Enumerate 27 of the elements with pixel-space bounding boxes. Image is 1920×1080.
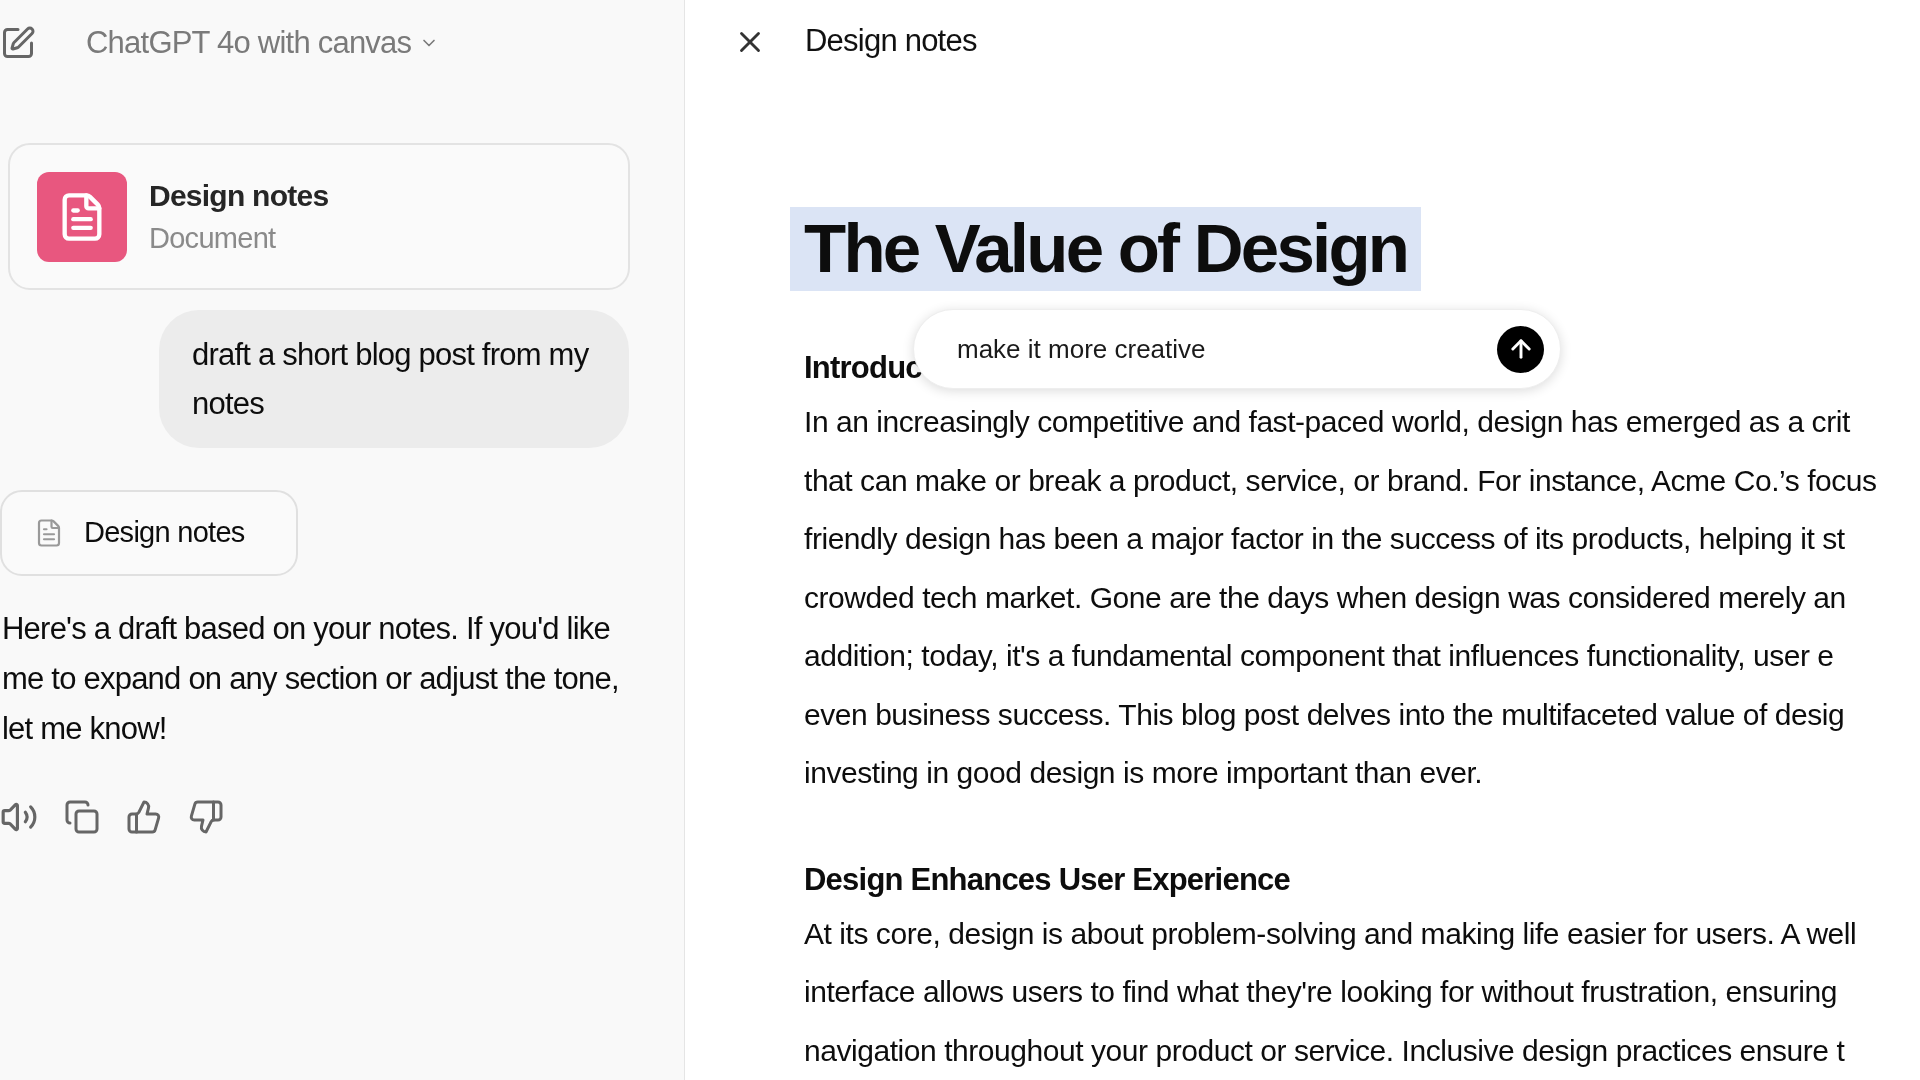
assistant-message: Here's a draft based on your notes. If you'd like me to expand on any section or adjust the tone, let me know! [2, 610, 620, 748]
document-title: The Value of Design [790, 207, 1422, 291]
canvas-title: Design notes [805, 22, 977, 61]
body-text-line: At its core, design is about problem-solving and making life easier for users. A well [804, 915, 1857, 952]
body-text-line: navigation throughout your product or service. Inclusive design practices ensure t [804, 1032, 1845, 1069]
new-chat-icon[interactable] [0, 25, 36, 61]
body-text-line: even business success. This blog post delves into the multifaceted value of desig [804, 696, 1845, 733]
body-text-line: investing in good design is more important than ever. [804, 755, 1483, 791]
model-selector[interactable]: ChatGPT 4o with canvas [86, 19, 412, 67]
body-text-line: interface allows users to find what they're looking for without frustration, ensuring [804, 974, 1838, 1010]
send-button[interactable] [1497, 325, 1544, 373]
thumbs-up-icon[interactable] [126, 799, 162, 835]
document-icon [37, 171, 127, 262]
user-message: draft a short blog post from my notes [159, 310, 629, 448]
document-card[interactable]: Design notes Document [8, 143, 630, 290]
document-chip[interactable]: Design notes [0, 490, 298, 576]
card-title: Design notes [149, 177, 329, 214]
body-text-line: crowded tech market. Gone are the days when design was considered merely an [804, 579, 1846, 616]
body-text-line: addition; today, it's a fundamental component that influences functionality, user e [804, 638, 1834, 674]
thumbs-down-icon[interactable] [188, 799, 224, 835]
copy-icon[interactable] [64, 799, 100, 835]
section-heading: Design Enhances User Experience [804, 860, 1290, 899]
chip-label: Design notes [84, 515, 245, 551]
body-text-line: friendly design has been a major factor in the success of its products, helping it st [804, 521, 1845, 557]
body-text-line: that can make or break a product, service, or brand. For instance, Acme Co.’s focus [804, 462, 1877, 499]
body-text-line: In an increasingly competitive and fast-paced world, design has emerged as a crit [804, 404, 1850, 440]
card-subtitle: Document [149, 220, 277, 256]
